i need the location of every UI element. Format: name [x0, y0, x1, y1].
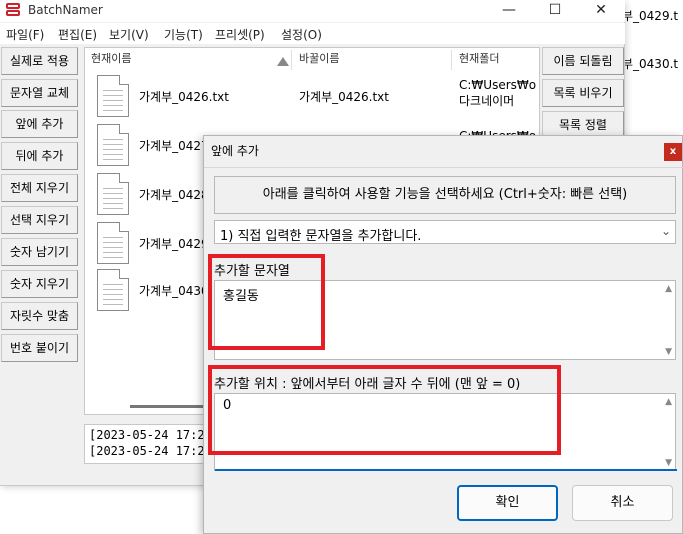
title-bar[interactable]: BatchNamer — ☐ ✕ — [0, 0, 625, 22]
highlight-box-position — [208, 365, 561, 455]
folder-path-line: 다크네이머 — [459, 94, 515, 108]
clear-selected-button[interactable]: 선택 지우기 — [1, 206, 78, 234]
scroll-up-icon[interactable]: ▲ — [665, 397, 672, 407]
keep-numbers-button[interactable]: 숫자 남기기 — [1, 238, 78, 266]
select-value: 1) 직접 입력한 문자열을 추가합니다. — [220, 229, 422, 244]
current-name: 가계부_0430 — [139, 284, 209, 298]
text-file-icon — [97, 75, 129, 117]
cancel-button[interactable]: 취소 — [572, 485, 673, 521]
column-divider[interactable] — [451, 50, 452, 70]
dialog-close-button[interactable]: x — [664, 143, 682, 161]
dialog-title: 앞에 추가 — [211, 144, 259, 158]
pad-digits-button[interactable]: 자릿수 맞춤 — [1, 302, 78, 330]
current-name: 가계부_0429 — [139, 237, 209, 251]
clear-all-button[interactable]: 전체 지우기 — [1, 174, 78, 202]
window-close-button[interactable]: ✕ — [578, 0, 624, 22]
current-name: 가계부_0426.txt — [139, 90, 229, 104]
hint-banner[interactable]: 아래를 클릭하여 사용할 기능을 선택하세요 (Ctrl+숫자: 빠른 선택) — [214, 176, 676, 214]
menu-preset[interactable]: 프리셋(P) — [215, 26, 265, 43]
scroll-down-icon[interactable]: ▼ — [665, 458, 672, 468]
menu-file[interactable]: 파일(F) — [6, 26, 44, 43]
apply-button[interactable]: 실제로 적용 — [1, 47, 78, 75]
column-divider[interactable] — [291, 50, 292, 70]
log-panel[interactable]: [2023-05-24 17:28:1 [2023-05-24 17:28:2 — [84, 424, 214, 464]
remove-numbers-button[interactable]: 숫자 지우기 — [1, 270, 78, 298]
sort-ascending-icon — [277, 57, 289, 66]
app-title: BatchNamer — [28, 3, 103, 17]
ok-button[interactable]: 확인 — [457, 485, 558, 521]
minimize-button[interactable]: — — [486, 0, 532, 22]
prepend-button[interactable]: 앞에 추가 — [1, 110, 78, 138]
text-file-icon — [97, 124, 129, 166]
chevron-down-icon[interactable]: ⌄ — [661, 224, 671, 238]
menu-settings[interactable]: 설정(O) — [281, 26, 322, 43]
desktop-file-label[interactable]: 부_0430.t — [622, 55, 678, 72]
column-header-folder[interactable]: 현재폴더 — [459, 48, 499, 72]
revert-names-button[interactable]: 이름 되돌림 — [542, 47, 624, 75]
clear-list-button[interactable]: 목록 비우기 — [542, 79, 624, 107]
new-name: 가계부_0426.txt — [299, 90, 389, 104]
menu-tools[interactable]: 기능(T) — [164, 26, 203, 43]
menu-view[interactable]: 보기(V) — [109, 26, 149, 43]
numbering-button[interactable]: 번호 붙이기 — [1, 334, 78, 362]
desktop-file-label[interactable]: 부_0429.t — [622, 7, 678, 24]
current-name: 가계부_0428 — [139, 188, 209, 202]
column-header-renamed[interactable]: 바꿀이름 — [299, 48, 339, 72]
list-item[interactable]: 가계부_0426.txt 가계부_0426.txt C:₩Users₩o 다크네이… — [85, 73, 541, 121]
folder-path: C:₩Users₩o 다크네이머 — [459, 77, 536, 109]
current-name: 가계부_0427 — [139, 139, 209, 153]
text-file-icon — [97, 269, 129, 311]
log-line: [2023-05-24 17:28:2 — [89, 444, 214, 458]
append-button[interactable]: 뒤에 추가 — [1, 142, 78, 170]
maximize-button[interactable]: ☐ — [532, 0, 578, 22]
menu-edit[interactable]: 편집(E) — [58, 26, 97, 43]
function-select[interactable]: 1) 직접 입력한 문자열을 추가합니다. ⌄ — [214, 220, 676, 244]
folder-path-line: C:₩Users₩o — [459, 78, 537, 92]
text-file-icon — [97, 222, 129, 264]
divider — [204, 167, 683, 168]
scroll-up-icon[interactable]: ▲ — [665, 284, 672, 294]
text-file-icon — [97, 173, 129, 215]
scroll-down-icon[interactable]: ▼ — [665, 347, 672, 357]
focus-underline — [215, 469, 677, 471]
replace-string-button[interactable]: 문자열 교체 — [1, 79, 78, 107]
menu-bar: 파일(F) 편집(E) 보기(V) 기능(T) 프리셋(P) 설정(O) — [0, 23, 625, 44]
column-header-current[interactable]: 현재이름 — [91, 48, 131, 72]
app-icon — [5, 3, 21, 18]
log-line: [2023-05-24 17:28:1 — [89, 428, 214, 442]
highlight-box-string — [208, 254, 325, 350]
